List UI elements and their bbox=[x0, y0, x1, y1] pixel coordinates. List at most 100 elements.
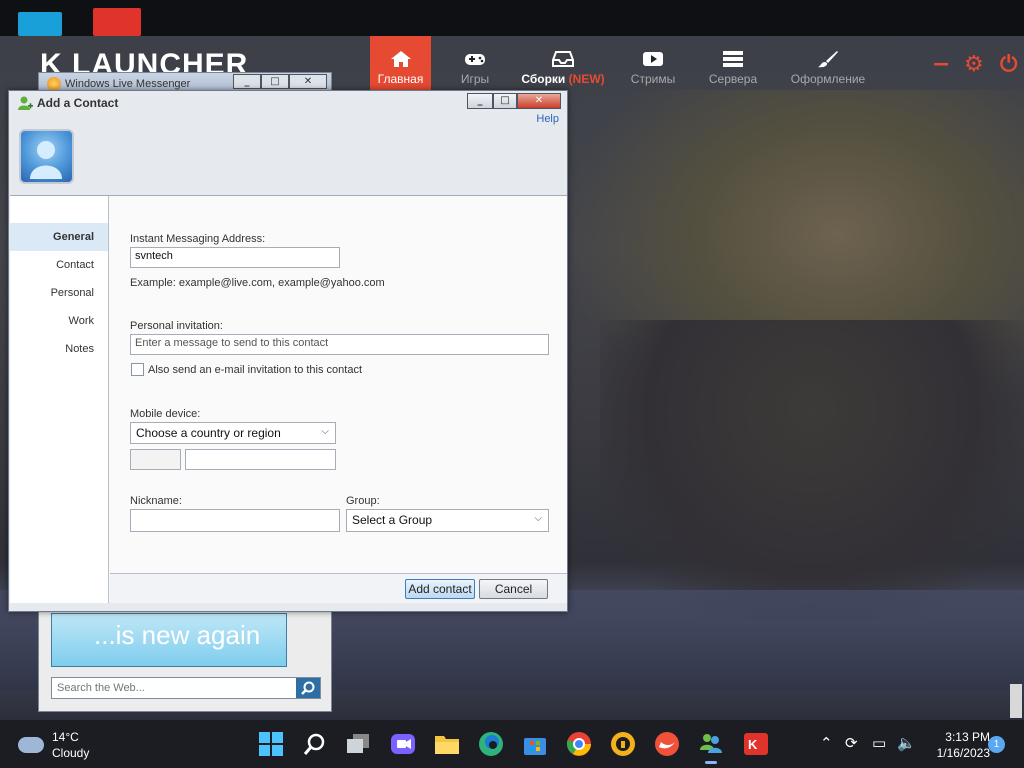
brush-icon bbox=[818, 51, 838, 68]
network-icon[interactable]: ▭ bbox=[872, 734, 886, 752]
nav-label: Стримы bbox=[630, 72, 676, 86]
wallpaper-cliff bbox=[600, 320, 1024, 620]
nav-label: Сервера bbox=[708, 72, 758, 86]
clock-date: 1/16/2023 bbox=[936, 746, 990, 760]
invitation-label: Personal invitation: bbox=[130, 320, 223, 332]
launcher-settings-button[interactable]: ⚙ bbox=[964, 52, 984, 77]
im-address-input[interactable]: svntech bbox=[130, 247, 340, 268]
add-contact-button[interactable]: Add contact bbox=[405, 579, 475, 599]
sidebar-item-general[interactable]: General bbox=[10, 223, 108, 251]
group-select[interactable]: Select a Group ⌵ bbox=[346, 509, 549, 532]
web-search-box[interactable] bbox=[51, 677, 321, 699]
group-label: Group: bbox=[346, 495, 380, 507]
mobile-number-input[interactable] bbox=[185, 449, 336, 470]
dialog-maximize-button[interactable]: □ bbox=[493, 93, 517, 109]
dialog-close-button[interactable]: ✕ bbox=[517, 93, 561, 109]
svg-text:K: K bbox=[748, 737, 758, 752]
promo-banner[interactable]: ...is new again bbox=[51, 613, 287, 667]
web-search-input[interactable] bbox=[52, 678, 296, 698]
clock[interactable]: 3:13 PM 1/16/2023 bbox=[920, 729, 990, 761]
play-icon bbox=[643, 52, 663, 66]
dialog-button-bar: Add contact Cancel bbox=[110, 573, 567, 603]
chrome-icon[interactable] bbox=[565, 730, 593, 758]
clock-time: 3:13 PM bbox=[945, 730, 990, 744]
taskbar bbox=[0, 720, 1024, 768]
nav-modpacks[interactable]: Сборки (NEW) bbox=[515, 36, 611, 94]
user-silhouette-icon bbox=[30, 141, 62, 179]
add-contact-dialog[interactable]: Add a Contact _ □ ✕ Help General Contact… bbox=[8, 90, 568, 612]
add-contact-icon bbox=[18, 96, 33, 110]
messenger-maximize-button[interactable]: □ bbox=[261, 74, 289, 89]
im-address-example: Example: example@live.com, example@yahoo… bbox=[130, 277, 385, 289]
chevron-down-icon: ⌵ bbox=[321, 426, 329, 437]
sidebar-item-work[interactable]: Work bbox=[10, 307, 108, 335]
weather-condition: Cloudy bbox=[52, 746, 90, 760]
inbox-icon bbox=[552, 51, 574, 67]
weather-widget[interactable]: 14°C Cloudy bbox=[18, 730, 118, 764]
search-icon bbox=[301, 681, 315, 695]
launcher-top-strip bbox=[0, 0, 1024, 36]
nav-streams[interactable]: Стримы bbox=[622, 36, 684, 94]
weather-temp: 14°C bbox=[52, 730, 79, 744]
sidebar-item-contact[interactable]: Contact bbox=[10, 251, 108, 279]
launcher-power-button[interactable]: ⏻ bbox=[1000, 52, 1017, 77]
k-launcher-shortcut-icon[interactable] bbox=[93, 8, 141, 36]
nav-label: Главная bbox=[377, 72, 424, 86]
search-icon[interactable] bbox=[301, 730, 329, 758]
nav-games[interactable]: Игры bbox=[445, 36, 505, 94]
nav-appearance[interactable]: Оформление bbox=[780, 36, 876, 94]
task-view-icon[interactable] bbox=[344, 730, 372, 758]
store-icon[interactable] bbox=[521, 730, 549, 758]
swift-icon[interactable] bbox=[653, 730, 681, 758]
windows-start-icon[interactable] bbox=[257, 730, 285, 758]
edge-icon[interactable] bbox=[477, 730, 505, 758]
dialog-titlebar[interactable]: Add a Contact _ □ ✕ bbox=[9, 91, 567, 113]
new-badge: (NEW) bbox=[568, 72, 605, 86]
cloud-icon bbox=[18, 737, 44, 753]
cancel-button[interactable]: Cancel bbox=[479, 579, 548, 599]
messenger-minimize-button[interactable]: _ bbox=[233, 74, 261, 89]
nickname-input[interactable] bbox=[130, 509, 340, 532]
web-search-button[interactable] bbox=[296, 678, 320, 698]
messenger-icon[interactable] bbox=[697, 730, 725, 764]
vpn-icon[interactable] bbox=[609, 730, 637, 758]
sync-icon[interactable]: ⟳ bbox=[845, 734, 858, 752]
nickname-label: Nickname: bbox=[130, 495, 182, 507]
chevron-down-icon: ⌵ bbox=[534, 513, 542, 524]
general-form: Instant Messaging Address: svntech Examp… bbox=[110, 196, 567, 573]
volume-icon[interactable]: 🔈 bbox=[897, 734, 916, 752]
k-launcher-icon[interactable]: K bbox=[742, 730, 770, 758]
notification-badge[interactable]: 1 bbox=[988, 736, 1005, 753]
messenger-logo-icon bbox=[47, 77, 61, 91]
nav-servers[interactable]: Сервера bbox=[700, 36, 766, 94]
meet-icon[interactable] bbox=[389, 730, 417, 758]
invitation-input[interactable]: Enter a message to send to this contact bbox=[130, 334, 549, 355]
section-sidebar: General Contact Personal Work Notes bbox=[10, 196, 109, 603]
gamepad-icon bbox=[465, 54, 485, 65]
desktop-shortcut-icon[interactable] bbox=[18, 12, 62, 36]
chevron-up-icon[interactable]: ⌃ bbox=[820, 734, 833, 752]
contact-avatar bbox=[19, 129, 74, 184]
dialog-title: Add a Contact bbox=[37, 96, 119, 110]
help-link[interactable]: Help bbox=[536, 113, 559, 125]
nav-label: Оформление bbox=[790, 72, 866, 86]
im-address-label: Instant Messaging Address: bbox=[130, 233, 266, 245]
messenger-close-button[interactable]: ✕ bbox=[289, 74, 327, 89]
country-select[interactable]: Choose a country or region ⌵ bbox=[130, 422, 336, 444]
messenger-title: Windows Live Messenger bbox=[65, 78, 191, 90]
nav-label: Игры bbox=[460, 72, 490, 86]
mobile-device-label: Mobile device: bbox=[130, 408, 201, 420]
file-explorer-icon[interactable] bbox=[433, 730, 461, 758]
sidebar-item-notes[interactable]: Notes bbox=[10, 335, 108, 363]
email-invitation-checkbox[interactable] bbox=[131, 363, 144, 376]
country-select-value: Choose a country or region bbox=[136, 426, 281, 440]
dialog-body: General Contact Personal Work Notes Inst… bbox=[10, 195, 567, 603]
sidebar-item-personal[interactable]: Personal bbox=[10, 279, 108, 307]
country-code-input[interactable] bbox=[130, 449, 181, 470]
scrollbar[interactable] bbox=[1010, 684, 1022, 718]
nav-label: Сборки bbox=[521, 72, 566, 86]
nav-home[interactable]: Главная bbox=[370, 36, 431, 94]
home-icon bbox=[390, 51, 411, 67]
launcher-minimize-button[interactable]: − bbox=[932, 52, 950, 77]
dialog-minimize-button[interactable]: _ bbox=[467, 93, 493, 109]
